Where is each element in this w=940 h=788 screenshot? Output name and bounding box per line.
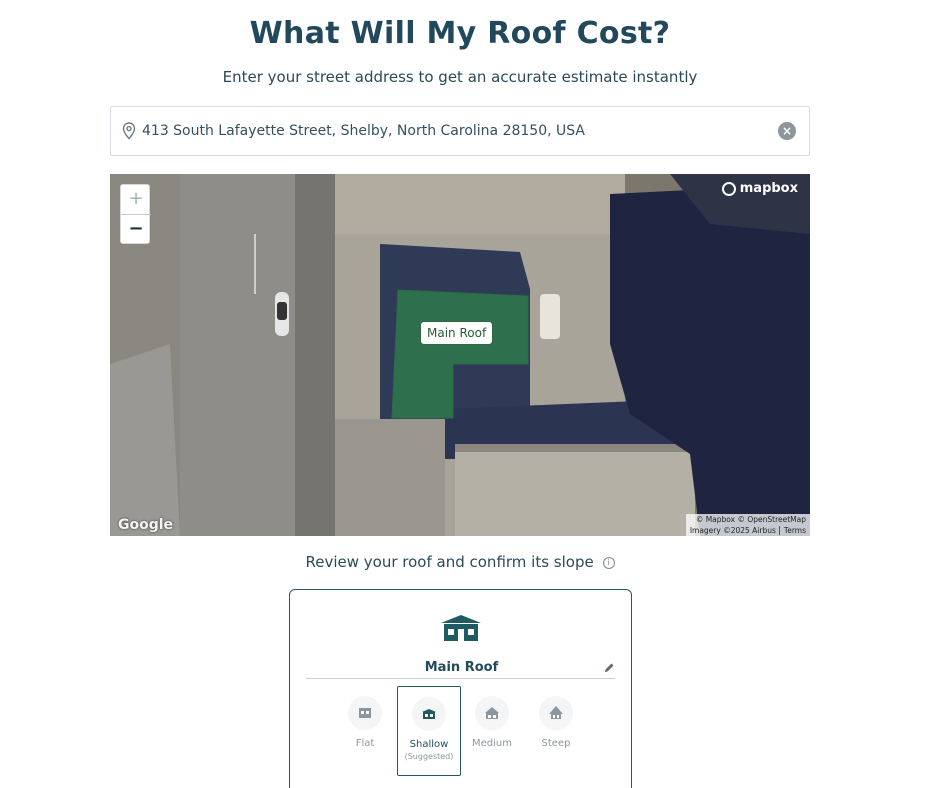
review-text: Review your roof and confirm its slope (305, 553, 594, 571)
satellite-map[interactable]: + − mapbox Google © Mapbox © OpenStreetM… (110, 174, 810, 536)
roof-name: Main Roof (424, 660, 499, 675)
review-instruction: Review your roof and confirm its slope i (0, 553, 920, 571)
house-icon (441, 615, 481, 641)
steep-roof-icon (539, 696, 573, 730)
slope-option-shallow[interactable]: Shallow (Suggested) (397, 686, 461, 776)
mapbox-icon (721, 181, 736, 196)
map-pin-icon (122, 122, 136, 140)
mapbox-logo[interactable]: mapbox (721, 181, 798, 196)
slope-label: Flat (355, 738, 375, 749)
shallow-roof-icon (412, 697, 446, 731)
suggested-note: (Suggested) (404, 752, 454, 761)
flat-roof-icon (348, 696, 382, 730)
google-logo: Google (118, 517, 174, 533)
zoom-out-button[interactable]: − (121, 215, 151, 245)
pencil-icon[interactable] (603, 662, 615, 674)
clear-icon[interactable]: × (778, 122, 796, 140)
slope-option-medium[interactable]: Medium (460, 686, 524, 776)
map-attribution: © Mapbox © OpenStreetMap Imagery ©2025 A… (685, 514, 810, 536)
slope-option-flat[interactable]: Flat (333, 686, 397, 776)
page-title: What Will My Roof Cost? (249, 16, 671, 51)
slope-label: Shallow (409, 739, 449, 750)
zoom-in-button[interactable]: + (121, 185, 151, 215)
card-divider (306, 678, 615, 679)
info-icon[interactable]: i (602, 556, 615, 569)
satellite-imagery (110, 174, 810, 536)
mapbox-logo-text: mapbox (739, 181, 798, 196)
address-input[interactable] (142, 116, 778, 146)
attribution-osm[interactable]: © Mapbox © OpenStreetMap (686, 514, 810, 525)
medium-roof-icon (475, 696, 509, 730)
terms-link[interactable]: Terms (778, 526, 806, 535)
slope-label: Steep (541, 738, 571, 749)
roof-label[interactable]: Main Roof (420, 321, 494, 345)
slope-option-steep[interactable]: Steep (524, 686, 588, 776)
attribution-imagery: Imagery ©2025 Airbus (689, 526, 776, 535)
zoom-control: + − (120, 184, 151, 245)
roof-card: Main Roof Flat Shallow (Suggested) Mediu… (289, 589, 632, 788)
page-subtitle: Enter your street address to get an accu… (222, 68, 698, 86)
slope-label: Medium (472, 738, 512, 749)
address-search-box[interactable]: × (110, 106, 810, 156)
